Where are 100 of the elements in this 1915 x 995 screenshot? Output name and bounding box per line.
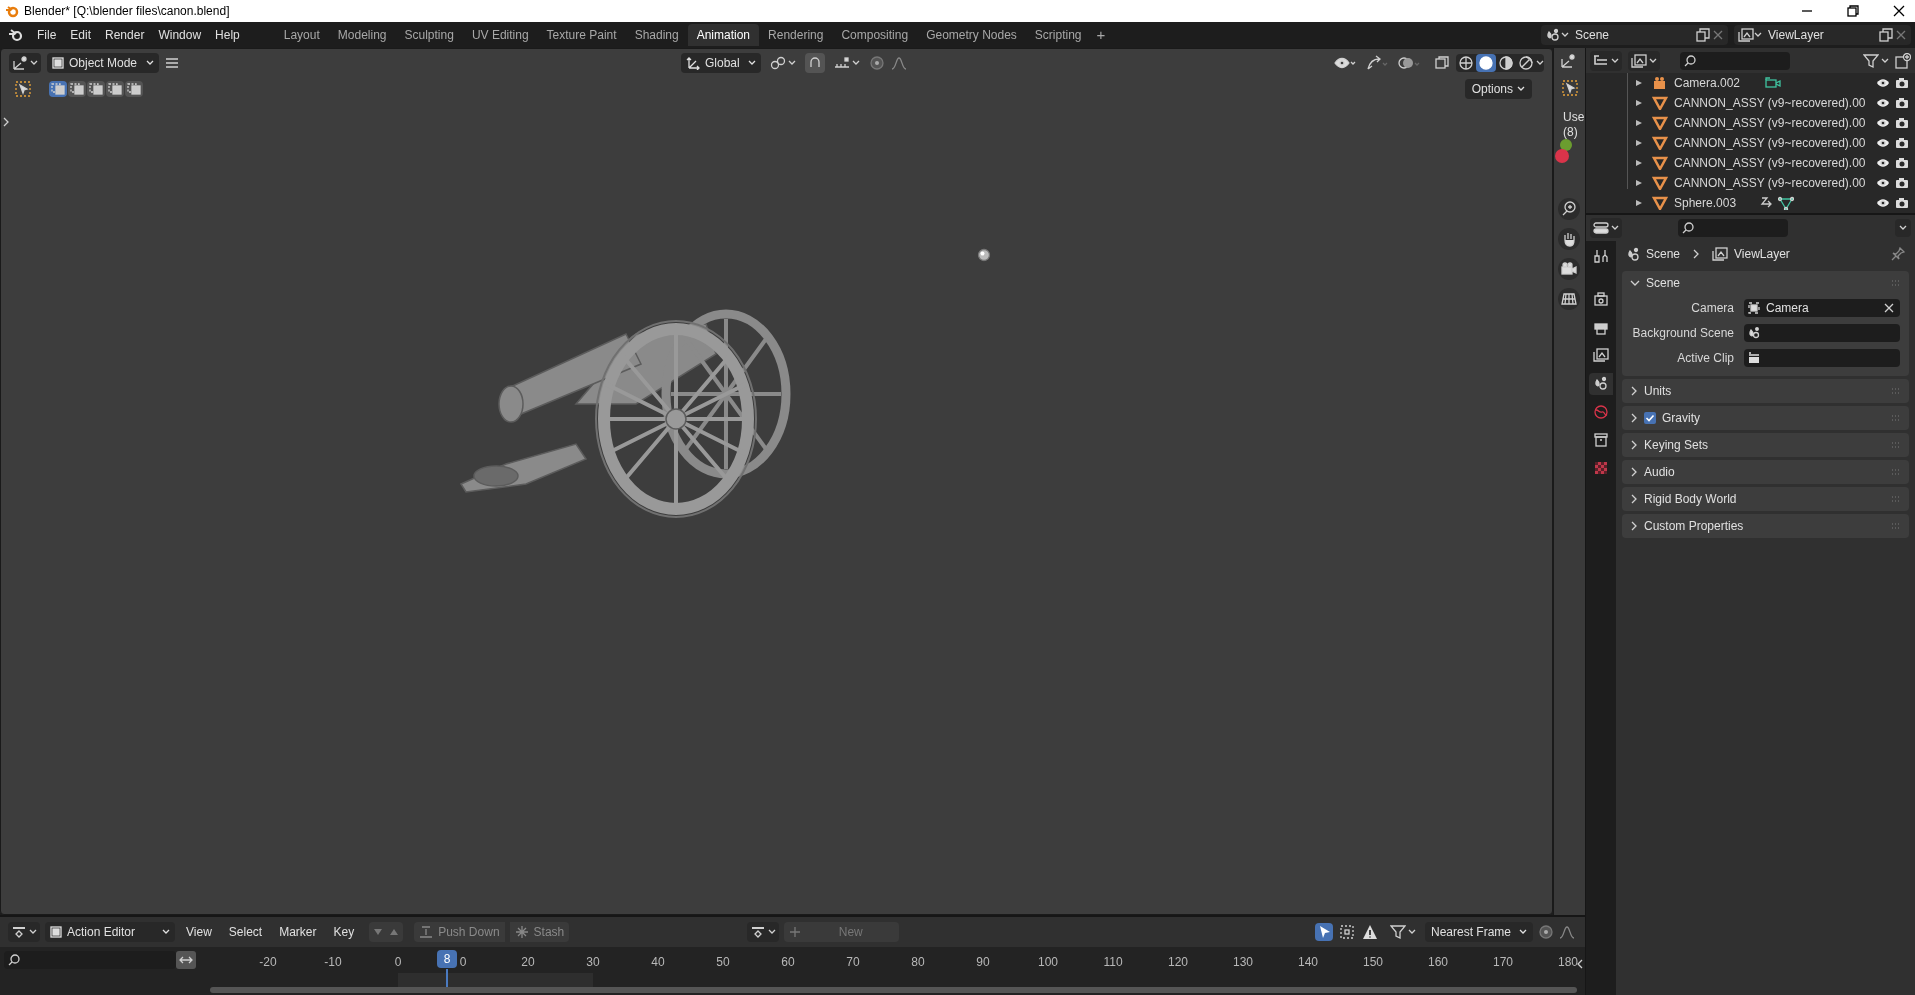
expand-arrow-icon[interactable] [1635,119,1643,127]
workspace-tab[interactable]: Animation [687,24,760,46]
editor-mode-dropdown[interactable]: Action Editor [45,922,175,942]
outliner-item[interactable]: CANNON_ASSY (v9~recovered).00 [1674,134,1866,152]
outliner-item[interactable]: CANNON_ASSY (v9~recovered).00 [1674,114,1866,132]
grid-icon[interactable] [1558,288,1580,310]
breadcrumb-item[interactable]: Scene [1646,245,1681,263]
axis-gizmo-drawing[interactable] [1554,138,1574,164]
mesh-data-icon[interactable] [1778,196,1795,210]
box-select-icon[interactable] [1338,923,1356,941]
workspace-tab[interactable]: Modeling [328,24,396,46]
eye-icon[interactable] [1876,98,1890,108]
outliner-item[interactable]: Camera.002 [1674,74,1741,92]
material-shading-icon[interactable] [1496,54,1516,72]
expand-arrow-icon[interactable] [1635,159,1643,167]
new-collection-icon[interactable] [1895,52,1911,69]
add-workspace-button[interactable]: + [1090,23,1112,47]
menu-item[interactable]: Window [151,26,209,44]
menu-item[interactable]: Help [208,26,247,44]
camera-icon[interactable] [1895,97,1909,109]
menu-item[interactable]: File [30,26,64,44]
snap-mode-dropdown[interactable]: Nearest Frame [1425,922,1533,942]
eye-icon[interactable] [1876,118,1890,128]
copy-icon[interactable] [1879,28,1893,42]
options-dropdown[interactable] [1895,219,1911,237]
eye-icon[interactable] [1876,138,1890,148]
workspace-tab[interactable]: Layout [274,24,329,46]
chevron-right-icon[interactable] [1630,440,1638,450]
expand-arrow-icon[interactable] [1635,179,1643,187]
falloff-curve-icon[interactable] [891,56,909,70]
view-layer-selector[interactable]: ViewLayer [1734,25,1911,45]
editor-type-button[interactable] [1590,218,1622,238]
eye-icon[interactable] [1876,78,1890,88]
solid-shading-icon[interactable] [1476,54,1496,72]
panel-header[interactable]: Units [1644,382,1672,400]
overlay-icon[interactable] [1398,55,1420,71]
panel-header[interactable]: Rigid Body World [1644,490,1737,508]
outliner-item[interactable]: Sphere.003 [1674,194,1737,212]
menu-icon[interactable] [165,57,179,69]
chevron-right-icon[interactable] [1630,521,1638,531]
pin-icon[interactable] [1891,247,1905,261]
search-field[interactable] [4,951,176,969]
breadcrumb-item[interactable]: ViewLayer [1734,245,1790,263]
editor-type-button[interactable] [9,53,41,73]
restore-icon[interactable] [1847,5,1859,17]
select-mode-icon[interactable] [49,81,67,97]
editor-type-button[interactable] [1590,50,1622,71]
menu-item[interactable]: Key [327,923,361,941]
axes-icon[interactable] [1560,54,1576,68]
outliner-item[interactable]: CANNON_ASSY (v9~recovered).00 [1674,94,1866,112]
editor-type-button[interactable] [8,922,40,942]
panel-header[interactable]: Custom Properties [1644,517,1744,535]
scrollbar[interactable] [210,987,1577,993]
panel-header[interactable]: Gravity [1662,409,1700,427]
menu-item[interactable]: Select [222,923,269,941]
warning-icon[interactable] [1361,923,1379,941]
hand-icon[interactable] [1558,228,1580,250]
search-field[interactable] [1680,51,1790,70]
orientation-dropdown[interactable]: Global [681,53,761,73]
rendered-shading-icon[interactable] [1516,54,1536,72]
expand-arrow-icon[interactable] [1635,199,1643,207]
select-mode-icon[interactable] [68,81,86,97]
menu-item[interactable]: View [180,923,218,941]
workspace-tab[interactable]: Sculpting [395,24,463,46]
move-down-icon[interactable] [373,928,384,936]
eye-icon[interactable] [1876,198,1890,208]
options-dropdown[interactable]: Options [1464,79,1532,99]
select-mode-icon[interactable] [125,81,143,97]
chevron-right-icon[interactable] [1630,413,1638,423]
expand-arrow-icon[interactable] [1635,139,1643,147]
blender-logo-icon[interactable] [8,27,24,43]
mode-dropdown[interactable]: Object Mode [47,53,159,73]
filter-button[interactable] [1863,52,1889,69]
menu-item[interactable]: Edit [63,26,99,44]
panel-header[interactable]: Scene [1646,274,1681,292]
gizmo-icon[interactable] [1366,55,1388,71]
camera-icon[interactable] [1895,117,1909,129]
proportional-edit-icon[interactable] [1538,924,1554,940]
chevron-right-icon[interactable] [1630,494,1638,504]
copy-icon[interactable] [1696,28,1710,42]
camera-data-icon[interactable] [1762,76,1783,90]
visibility-icon[interactable] [1334,56,1356,70]
filter-button[interactable] [1390,924,1416,940]
select-mode-icon[interactable] [87,81,105,97]
outliner-item[interactable]: CANNON_ASSY (v9~recovered).00 [1674,174,1866,192]
checkbox[interactable] [1644,412,1656,424]
panel-header[interactable]: Audio [1644,463,1675,481]
menu-item[interactable]: Render [98,26,152,44]
wireframe-shading-icon[interactable] [1456,54,1476,72]
outliner-item[interactable]: CANNON_ASSY (v9~recovered).00 [1674,154,1866,172]
action-browse-button[interactable] [747,922,780,942]
scene-selector[interactable]: Scene [1541,25,1728,45]
camera-icon[interactable] [1895,77,1909,89]
camera-icon[interactable] [1895,177,1909,189]
current-frame-indicator[interactable]: 8 [437,950,457,968]
object-field[interactable] [1744,323,1900,342]
camera-icon[interactable] [1895,137,1909,149]
clear-icon[interactable] [1884,302,1894,313]
select-tool-icon[interactable] [15,81,31,97]
expand-arrow-icon[interactable] [1635,99,1643,107]
